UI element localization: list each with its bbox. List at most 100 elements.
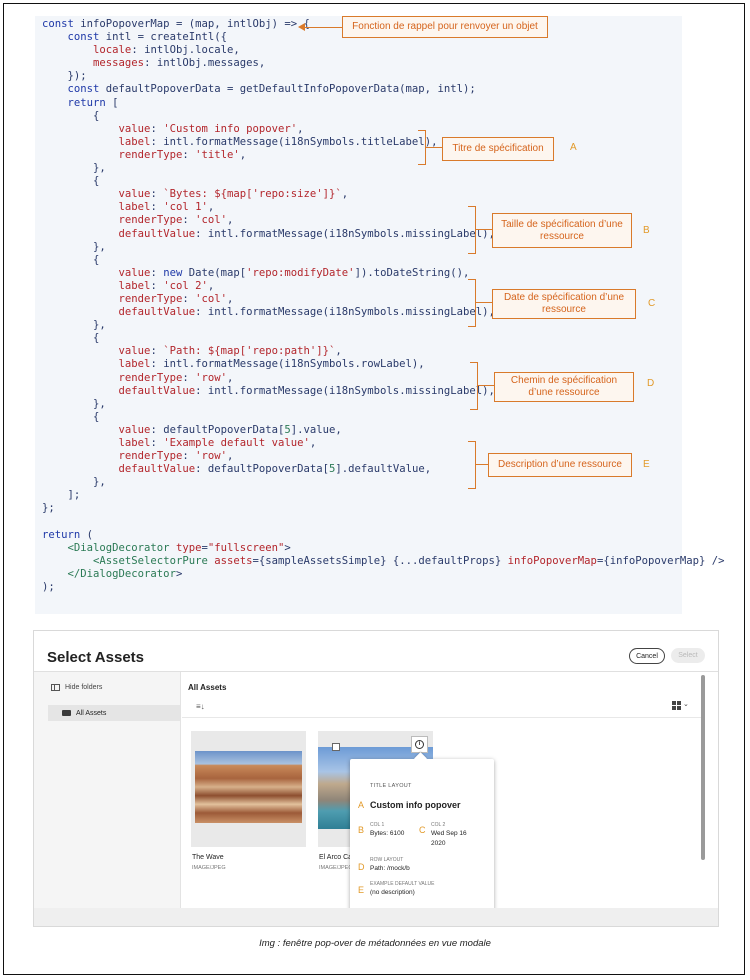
- annotation-d: Chemin de spécification d’une ressource: [494, 372, 634, 402]
- code-line: renderType: 'col',: [118, 214, 234, 227]
- code-line: {: [42, 253, 100, 266]
- code-line: {: [42, 332, 100, 345]
- bracket-a: [418, 130, 426, 165]
- code-line: const defaultPopoverData = getDefaultInf…: [67, 83, 476, 96]
- code-line: renderType: 'row',: [118, 450, 234, 463]
- bracket-d: [470, 362, 478, 410]
- code-line: },: [42, 240, 106, 253]
- sort-icon[interactable]: ≡↓: [196, 702, 205, 711]
- info-icon: i: [415, 740, 424, 749]
- annotation-c-letter: C: [648, 298, 656, 309]
- popover-col1-label: COL 1: [370, 822, 385, 828]
- code-line: label: 'col 1',: [118, 201, 215, 214]
- code-line: value: `Path: ${map['repo:path']}`,: [118, 345, 342, 358]
- popover-letter-c: C: [419, 825, 426, 835]
- code-line: messages: intlObj.messages,: [93, 57, 266, 70]
- code-line: locale: intlObj.locale,: [93, 44, 240, 57]
- bracket-c: [468, 279, 476, 327]
- code-line: ];: [42, 489, 81, 502]
- code-line: },: [42, 476, 106, 489]
- scrollbar[interactable]: [701, 675, 705, 860]
- sidebar-toggle-icon: [51, 684, 60, 691]
- popover-header: TITLE LAYOUT: [370, 783, 412, 789]
- popover-col2-label: COL 2: [431, 822, 446, 828]
- code-line: renderType: 'title',: [118, 148, 247, 161]
- popover-letter-a: A: [358, 800, 365, 810]
- annotation-a: Titre de spécification: [442, 137, 554, 161]
- code-line: });: [42, 70, 87, 83]
- code-line: value: defaultPopoverData[5].value,: [118, 423, 342, 436]
- folder-item-all-assets[interactable]: All Assets: [48, 705, 180, 721]
- bracket-d-tick: [478, 385, 494, 387]
- code-line: },: [42, 319, 106, 332]
- code-line: label: intl.formatMessage(i18nSymbols.ro…: [118, 358, 425, 371]
- main-heading: All Assets: [188, 683, 227, 692]
- code-line: </DialogDecorator>: [67, 567, 183, 580]
- code-line: renderType: 'col',: [118, 292, 234, 305]
- popover-col1-value: Bytes: 6100: [370, 830, 405, 837]
- hide-folders-label: Hide folders: [65, 684, 103, 691]
- popover-example-value: (no description): [370, 889, 415, 896]
- asset-checkbox[interactable]: [332, 743, 340, 751]
- code-line: {: [42, 410, 100, 423]
- annotation-e-letter: E: [643, 459, 650, 470]
- annotation-b: Taille de spécification d’une ressource: [492, 213, 632, 248]
- popover-letter-b: B: [358, 825, 365, 835]
- code-line: value: `Bytes: ${map['repo:size']}`,: [118, 188, 349, 201]
- annotation-c: Date de spécification d’une ressource: [492, 289, 636, 319]
- annotation-arrow-line: [304, 27, 342, 29]
- info-button[interactable]: i: [411, 736, 428, 753]
- code-line: return [: [67, 96, 119, 109]
- modal-footer-strip: [34, 908, 718, 926]
- code-line: defaultValue: intl.formatMessage(i18nSym…: [118, 384, 495, 397]
- figure-caption: Img : fenêtre pop-over de métadonnées en…: [259, 938, 491, 949]
- bracket-c-tick: [476, 302, 492, 304]
- code-line: const intl = createIntl({: [67, 31, 227, 44]
- code-line: return (: [42, 528, 94, 541]
- code-line: {: [42, 175, 100, 188]
- annotation-d-letter: D: [647, 378, 655, 389]
- folder-sidebar: Hide folders All Assets: [34, 672, 181, 908]
- code-line: label: 'Example default value',: [118, 437, 317, 449]
- code-line: },: [42, 397, 106, 410]
- popover-row-value: Path: /mock/b: [370, 865, 410, 872]
- code-line: label: 'col 2',: [118, 279, 215, 292]
- code-line: value: new Date(map['repo:modifyDate']).…: [118, 266, 470, 279]
- hide-folders-toggle[interactable]: Hide folders: [51, 684, 102, 691]
- code-line: label: intl.formatMessage(i18nSymbols.ti…: [118, 135, 438, 148]
- bracket-e-tick: [476, 464, 488, 466]
- info-popover: TITLE LAYOUT A Custom info popover B COL…: [350, 759, 494, 913]
- bracket-e: [468, 441, 476, 489]
- code-line: );: [42, 581, 55, 594]
- asset-type: IMAGE/JPEG: [192, 865, 226, 871]
- chevron-down-icon[interactable]: ⌄: [683, 700, 689, 708]
- annotation-a-letter: A: [570, 142, 577, 153]
- bracket-b: [468, 206, 476, 254]
- popover-col2-value-line2: 2020: [431, 840, 446, 847]
- code-line: defaultValue: defaultPopoverData[5].defa…: [118, 463, 432, 476]
- code-line: },: [42, 162, 106, 175]
- code-line: {: [42, 109, 100, 122]
- select-assets-modal: Select Assets Cancel Select Hide folders…: [33, 630, 719, 927]
- code-line: defaultValue: intl.formatMessage(i18nSym…: [118, 306, 495, 319]
- popover-row-label: ROW LAYOUT: [370, 857, 404, 863]
- popover-letter-d: D: [358, 862, 365, 872]
- main-divider: [182, 717, 702, 718]
- modal-title: Select Assets: [47, 649, 145, 666]
- bracket-a-tick: [426, 147, 442, 149]
- code-line: <AssetSelectorPure assets={sampleAssetsS…: [93, 554, 725, 567]
- grid-view-icon[interactable]: [672, 701, 681, 710]
- cancel-button[interactable]: Cancel: [629, 648, 665, 664]
- code-line: renderType: 'row',: [118, 371, 234, 384]
- folder-icon: [62, 710, 71, 716]
- popover-example-label: EXAMPLE DEFAULT VALUE: [370, 881, 435, 887]
- asset-name: The Wave: [192, 854, 224, 861]
- code-line: <DialogDecorator type="fullscreen">: [67, 541, 291, 554]
- code-line: const infoPopoverMap = (map, intlObj) =>…: [42, 18, 310, 30]
- select-button[interactable]: Select: [671, 648, 705, 663]
- code-line: defaultValue: intl.formatMessage(i18nSym…: [118, 227, 495, 240]
- code-line: };: [42, 502, 55, 515]
- popover-letter-e: E: [358, 885, 365, 895]
- annotation-callback: Fonction de rappel pour renvoyer un obje…: [342, 16, 548, 38]
- asset-card[interactable]: [191, 731, 306, 847]
